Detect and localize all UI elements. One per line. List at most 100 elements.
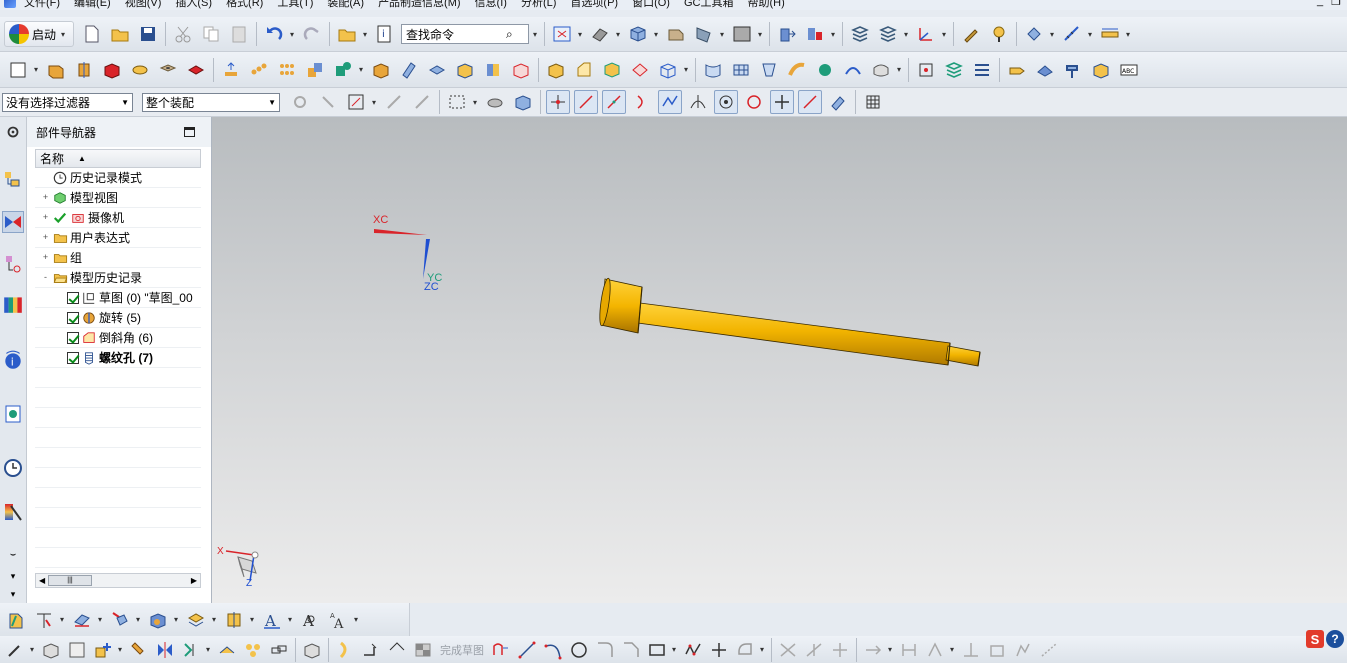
wireframe-button[interactable]: [656, 58, 680, 82]
sketch-in-task-button[interactable]: [40, 639, 62, 661]
constraint-navigator-tab[interactable]: [2, 211, 24, 233]
wcs-button[interactable]: [914, 22, 938, 46]
through-mesh-button[interactable]: [729, 58, 753, 82]
wcs-triad[interactable]: XC YC ZC: [373, 214, 442, 293]
grid-button[interactable]: [861, 90, 885, 114]
make-corner-button[interactable]: [829, 639, 851, 661]
subtract-button[interactable]: [331, 58, 355, 82]
geometric-constraint-button[interactable]: [862, 639, 884, 661]
expand-icon[interactable]: +: [41, 193, 50, 202]
info-button[interactable]: i: [373, 22, 397, 46]
redo-button[interactable]: [300, 22, 324, 46]
line-button[interactable]: [516, 639, 538, 661]
assembly-constraint-button[interactable]: [803, 22, 827, 46]
text-symbol-button[interactable]: AA: [326, 608, 350, 632]
resource-bar-more-icon[interactable]: ⌣: [2, 543, 24, 565]
annotation-button[interactable]: [108, 608, 132, 632]
orient-view-button[interactable]: [626, 22, 650, 46]
boss-button[interactable]: [184, 58, 208, 82]
fit-view-button[interactable]: [550, 22, 574, 46]
face-blend-button[interactable]: [600, 58, 624, 82]
minimize-icon[interactable]: _: [1317, 0, 1323, 8]
n-sided-button[interactable]: [813, 58, 837, 82]
attribute-button[interactable]: [1005, 58, 1029, 82]
text-button[interactable]: ABC: [1117, 58, 1141, 82]
datum-plane-button[interactable]: [942, 58, 966, 82]
hole-button[interactable]: [156, 58, 180, 82]
snap-tangent-button[interactable]: [686, 90, 710, 114]
menu-assembly[interactable]: 装配(A): [327, 0, 364, 10]
component-button[interactable]: [1089, 58, 1113, 82]
variable-blend-button[interactable]: [628, 58, 652, 82]
layer-settings-button[interactable]: [848, 22, 872, 46]
sketch-button[interactable]: [6, 58, 30, 82]
snap-existing-point-button[interactable]: [546, 90, 570, 114]
menu-window[interactable]: 窗口(O): [632, 0, 670, 10]
arc-button[interactable]: [542, 639, 564, 661]
menu-format[interactable]: 格式(R): [226, 0, 263, 10]
command-search-input[interactable]: [406, 27, 507, 41]
text-editor-button[interactable]: A: [298, 608, 322, 632]
snap-intersection-button[interactable]: [658, 90, 682, 114]
tree-row[interactable]: + 模型视图: [35, 188, 201, 208]
open-file-button[interactable]: [108, 22, 132, 46]
tree-row[interactable]: 倒斜角 (6): [35, 328, 201, 348]
snap-bounded-grid-button[interactable]: [826, 90, 850, 114]
tree-row[interactable]: 草图 (0) "草图_00: [35, 288, 201, 308]
part-navigator-tab[interactable]: [2, 253, 24, 275]
layer-visibility-button[interactable]: [184, 608, 208, 632]
sheet-button[interactable]: [4, 608, 28, 632]
selection-scope-select[interactable]: 整个装配 ▼: [142, 92, 280, 112]
base-view-button[interactable]: [32, 608, 56, 632]
tree-row[interactable]: + 用户表达式: [35, 228, 201, 248]
undo-button[interactable]: [262, 22, 286, 46]
arrangement-button[interactable]: [180, 639, 202, 661]
background-button[interactable]: [730, 22, 754, 46]
cylinder-button[interactable]: [128, 58, 152, 82]
snap-face-button[interactable]: [410, 90, 434, 114]
select-body-button[interactable]: [483, 90, 507, 114]
block-button[interactable]: [100, 58, 124, 82]
derived-curve-button[interactable]: [386, 639, 408, 661]
shaft-main-body[interactable]: [637, 302, 951, 366]
studio-surface-button[interactable]: [869, 58, 893, 82]
reuse-library-tab[interactable]: [2, 293, 24, 315]
tree-row[interactable]: 螺纹孔 (7): [35, 348, 201, 368]
mirror-assembly-button[interactable]: [154, 639, 176, 661]
scrollbar-thumb[interactable]: |||: [48, 575, 92, 586]
select-face-button[interactable]: [511, 90, 535, 114]
feature-checkbox[interactable]: [67, 331, 79, 344]
scroll-right-icon[interactable]: ▶: [191, 576, 197, 585]
tree-row[interactable]: 历史记录模式: [35, 168, 201, 188]
shading-button[interactable]: [588, 22, 612, 46]
command-search[interactable]: ⌕: [401, 24, 530, 44]
menu-preferences[interactable]: 首选项(P): [570, 0, 618, 10]
menu-gc-toolbox[interactable]: GC工具箱: [684, 0, 734, 10]
unite-button[interactable]: [303, 58, 327, 82]
sketch-curve-button[interactable]: [334, 639, 356, 661]
studio-spline-button[interactable]: [682, 639, 704, 661]
snap-arc-center-button[interactable]: [714, 90, 738, 114]
extract-geometry-button[interactable]: [219, 58, 243, 82]
tree-row[interactable]: - 模型历史记录: [35, 268, 201, 288]
feature-checkbox[interactable]: [67, 351, 79, 364]
menu-edit[interactable]: 编辑(E): [74, 0, 111, 10]
wave-link-button[interactable]: [216, 639, 238, 661]
sketch-point-button[interactable]: [708, 639, 730, 661]
split-body-button[interactable]: [453, 58, 477, 82]
component-pattern-button[interactable]: [242, 639, 264, 661]
snap-point-on-curve-button[interactable]: [770, 90, 794, 114]
pattern-geometry-button[interactable]: [275, 58, 299, 82]
text-style-button[interactable]: A: [260, 608, 284, 632]
recent-parts-button[interactable]: [335, 22, 359, 46]
menu-insert[interactable]: 插入(S): [175, 0, 212, 10]
tree-row[interactable]: + 摄像机: [35, 208, 201, 228]
finish-sketch-icon-button[interactable]: [412, 639, 434, 661]
search-icon[interactable]: ⌕: [506, 27, 513, 42]
feature-checkbox[interactable]: [67, 311, 79, 324]
section-line-button[interactable]: [222, 608, 246, 632]
reattach-button[interactable]: [128, 639, 150, 661]
dimension-button[interactable]: [70, 608, 94, 632]
snap-point-on-face-button[interactable]: [798, 90, 822, 114]
revolve-button[interactable]: [72, 58, 96, 82]
